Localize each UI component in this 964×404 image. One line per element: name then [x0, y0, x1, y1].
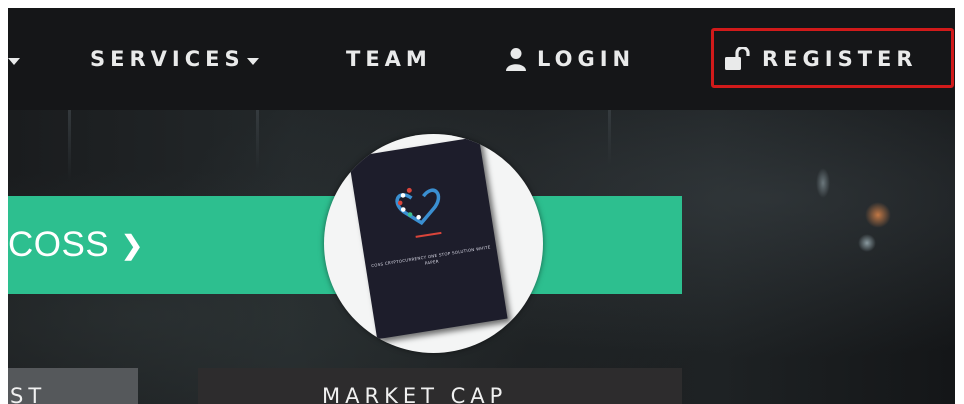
- coss-logo-icon: [395, 187, 442, 238]
- user-icon: [506, 48, 526, 71]
- whitepaper-cover-image[interactable]: COSS CRYPTOCURRENCY ONE STOP SOLUTION WH…: [324, 134, 543, 353]
- unlock-icon: [725, 47, 750, 70]
- background-light-streak: [608, 110, 611, 165]
- background-bokeh-light: [865, 202, 891, 228]
- market-cap-label: MARKET CAP: [322, 384, 508, 404]
- background-bokeh-light: [858, 234, 876, 252]
- nav-label-team: TEAM: [346, 47, 432, 71]
- nav-label-register: REGISTER: [762, 47, 918, 71]
- hero-section: COSS ❯ COSS CRYPTOCURRENCY ONE STOP SOLU…: [8, 110, 955, 404]
- nav-dropdown-caret-partial[interactable]: [8, 42, 20, 76]
- banner-link[interactable]: COSS ❯: [8, 223, 144, 267]
- market-cap-card: MARKET CAP: [198, 368, 682, 404]
- chevron-down-icon: [8, 57, 20, 65]
- banner-label: COSS: [8, 225, 110, 264]
- stat-card-partial: ST: [8, 368, 138, 404]
- background-light-streak: [256, 110, 259, 170]
- nav-item-register[interactable]: REGISTER: [724, 42, 918, 76]
- whitepaper-book: COSS CRYPTOCURRENCY ONE STOP SOLUTION WH…: [348, 136, 508, 340]
- nav-label-login: LOGIN: [537, 47, 636, 71]
- chevron-down-icon: [246, 57, 259, 65]
- background-bokeh-light: [816, 168, 830, 198]
- background-light-streak: [68, 110, 71, 180]
- nav-item-services[interactable]: SERVICES: [90, 42, 259, 76]
- nav-label-services: SERVICES: [90, 47, 245, 71]
- browser-viewport: SERVICES TEAM LOGIN REGISTER COSS ❯ COSS…: [8, 8, 955, 404]
- top-navbar: SERVICES TEAM LOGIN REGISTER: [8, 8, 955, 110]
- nav-item-login[interactable]: LOGIN: [505, 42, 635, 76]
- nav-item-team[interactable]: TEAM: [346, 42, 432, 76]
- chevron-right-icon: ❯: [121, 229, 144, 260]
- stat-card-label: ST: [10, 384, 47, 404]
